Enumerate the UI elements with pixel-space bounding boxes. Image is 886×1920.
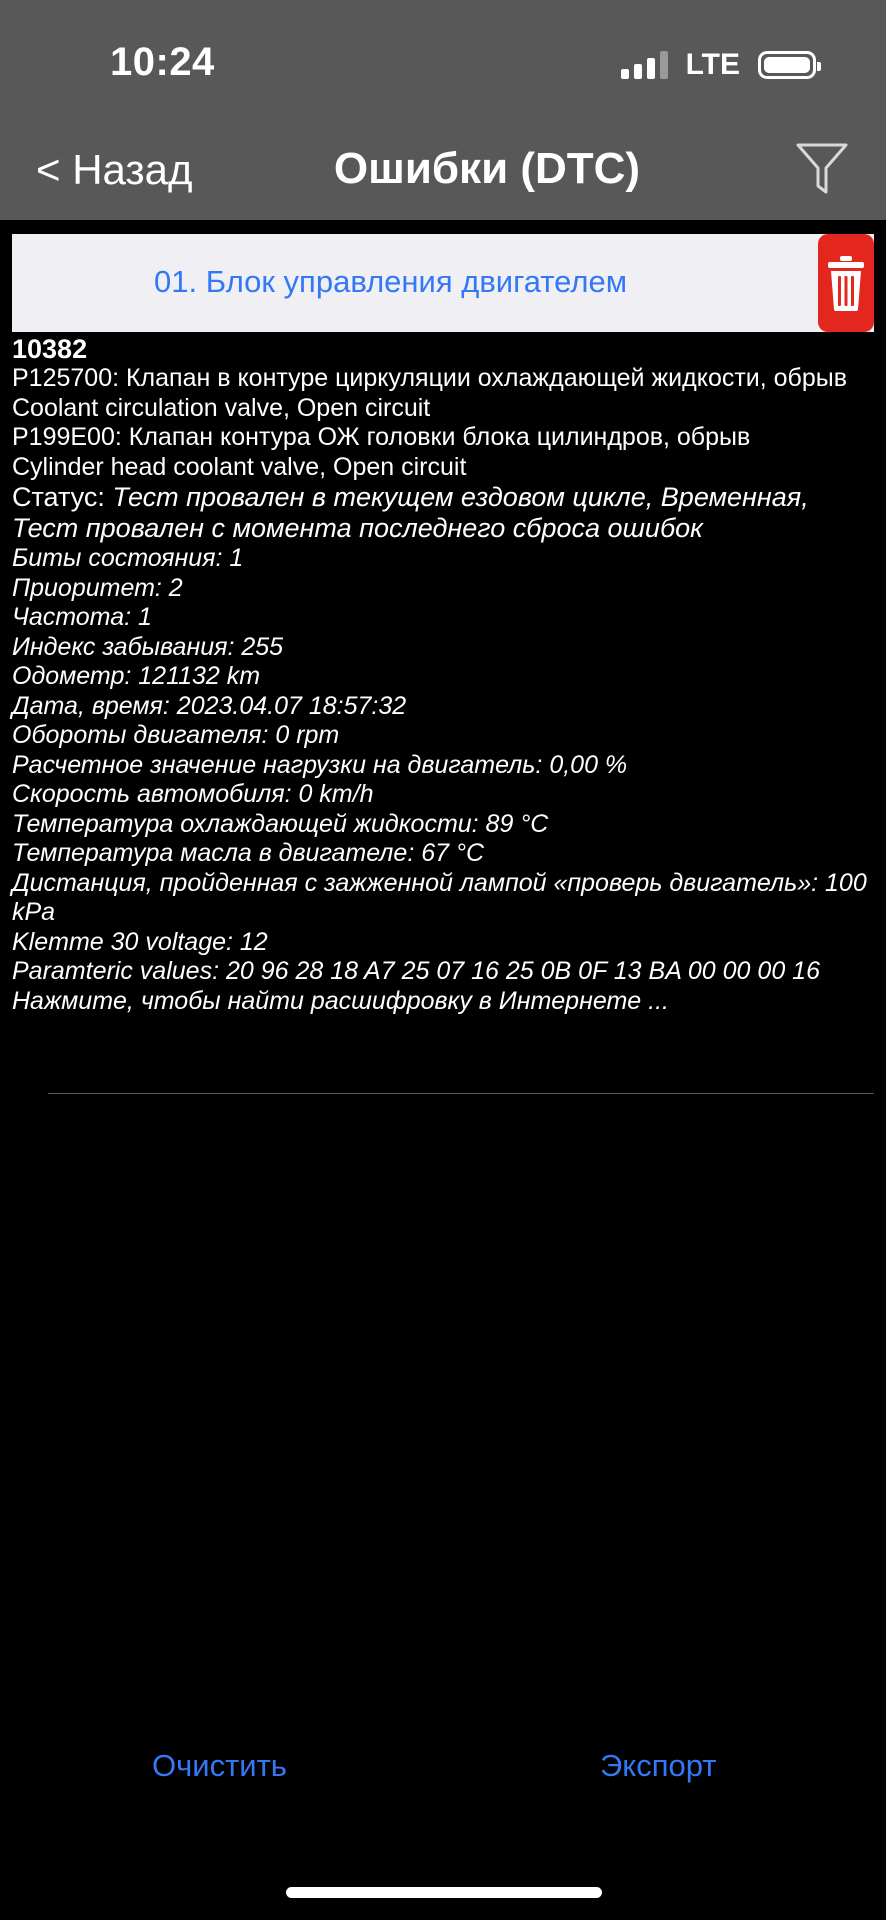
detail-line: Paramteric values: 20 96 28 18 A7 25 07 … — [12, 957, 820, 985]
status-label: Статус: — [12, 482, 113, 512]
detail-line: Индекс забывания: 255 — [12, 632, 284, 661]
dtc-status: Статус: Тест провален в текущем ездовом … — [12, 482, 872, 544]
divider — [48, 1093, 874, 1094]
status-time: 10:24 — [110, 40, 215, 84]
detail-line: Частота: 1 — [12, 603, 152, 631]
trash-icon — [828, 256, 864, 311]
detail-line: Дата, время: 2023.04.07 18:57:32 — [12, 691, 407, 720]
filter-funnel-icon[interactable] — [796, 142, 848, 196]
detail-line: Расчетное значение нагрузки на двигатель… — [12, 750, 628, 779]
dtc-line: Coolant circulation valve, Open circuit — [12, 393, 431, 422]
export-button[interactable]: Экспорт — [600, 1748, 716, 1784]
detail-line: Приоритет: 2 — [12, 573, 183, 602]
detail-line: Обороты двигателя: 0 rpm — [12, 721, 340, 749]
detail-line: Одометр: 121132 km — [12, 662, 261, 690]
status-indicators: LTE — [620, 48, 821, 82]
home-indicator[interactable] — [286, 1887, 602, 1898]
detail-line: Температура масла в двигателе: 67 °C — [12, 839, 485, 867]
page-title-wrap: Ошибки (DTC) — [0, 144, 886, 194]
clear-button[interactable]: Очистить — [152, 1748, 287, 1784]
delete-button[interactable] — [818, 234, 874, 332]
status-value: Тест провален в текущем ездовом цикле, В… — [12, 482, 809, 543]
ecu-section-title: 01. Блок управления двигателем — [154, 264, 628, 299]
ecu-section-header[interactable]: 01. Блок управления двигателем — [12, 234, 874, 332]
dtc-entry[interactable]: 10382 P125700: Клапан в контуре циркуляц… — [12, 334, 872, 1016]
detail-line: Биты состояния: 1 — [12, 544, 244, 572]
dtc-line: P199E00: Клапан контура ОЖ головки блока… — [12, 423, 751, 451]
cellular-signal-icon — [620, 51, 668, 79]
detail-line: Скорость автомобиля: 0 km/h — [12, 780, 374, 808]
page-title: Ошибки (DTC) — [333, 144, 641, 193]
detail-line: Дистанция, пройденная с зажженной лампой… — [12, 868, 867, 927]
battery-icon — [758, 51, 821, 79]
search-online-link[interactable]: Нажмите, чтобы найти расшифровку в Интер… — [12, 987, 872, 1017]
detail-line: Температура охлаждающей жидкости: 89 °C — [12, 809, 549, 838]
dtc-code: 10382 — [12, 334, 88, 364]
dtc-line: Cylinder head coolant valve, Open circui… — [12, 452, 467, 481]
detail-line: Klemme 30 voltage: 12 — [12, 927, 268, 956]
network-type: LTE — [685, 48, 740, 81]
dtc-line: P125700: Клапан в контуре циркуляции охл… — [12, 364, 848, 392]
